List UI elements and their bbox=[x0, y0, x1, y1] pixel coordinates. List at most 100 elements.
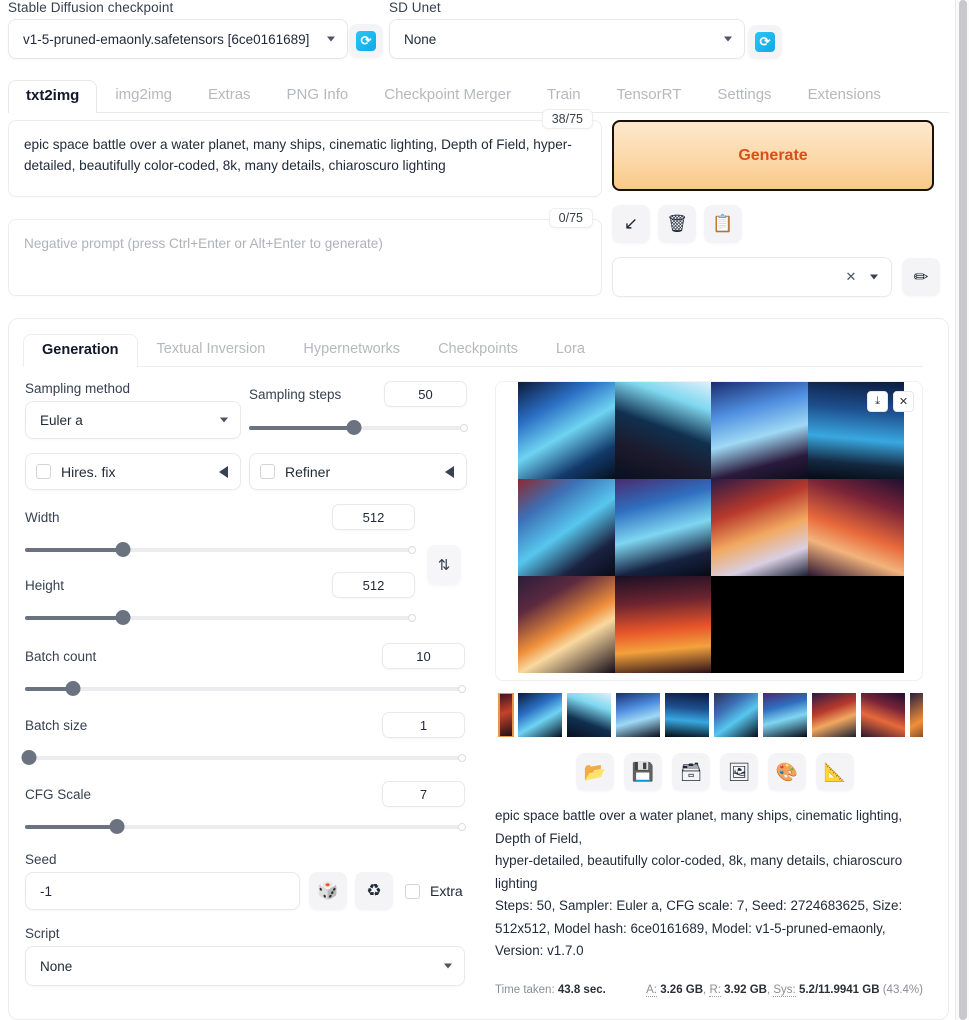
refiner-checkbox[interactable] bbox=[260, 464, 275, 479]
tab-extensions[interactable]: Extensions bbox=[790, 79, 899, 112]
thumbnail[interactable] bbox=[861, 693, 905, 737]
sampling-steps-value[interactable]: 50 bbox=[384, 381, 467, 407]
refresh-checkpoint-button[interactable]: ⟳ bbox=[349, 24, 383, 58]
gallery-image[interactable] bbox=[518, 382, 615, 479]
width-slider[interactable] bbox=[25, 542, 416, 557]
tab-txt2img[interactable]: txt2img bbox=[8, 80, 98, 113]
gallery-image[interactable] bbox=[518, 576, 615, 673]
script-select[interactable]: None bbox=[25, 946, 465, 986]
seed-input[interactable]: -1 bbox=[25, 872, 300, 910]
tab-extras[interactable]: Extras bbox=[190, 79, 269, 112]
cfg-scale-slider[interactable] bbox=[25, 819, 466, 834]
scrollbar-thumb[interactable] bbox=[959, 0, 967, 1020]
chevron-left-icon bbox=[445, 465, 454, 478]
subtab-lora[interactable]: Lora bbox=[537, 333, 604, 366]
edit-styles-button[interactable]: ✏ bbox=[902, 258, 940, 296]
sampling-method-select[interactable]: Euler a bbox=[25, 401, 241, 439]
tab-img2img[interactable]: img2img bbox=[97, 79, 190, 112]
thumbnail[interactable] bbox=[567, 693, 611, 737]
subtab-hypernetworks[interactable]: Hypernetworks bbox=[284, 333, 419, 366]
height-value[interactable]: 512 bbox=[332, 572, 415, 598]
sampling-method-label: Sampling method bbox=[25, 381, 131, 396]
gallery-image[interactable] bbox=[807, 479, 904, 576]
slider-knob[interactable] bbox=[65, 681, 81, 696]
batch-size-value[interactable]: 1 bbox=[382, 712, 465, 738]
tab-settings[interactable]: Settings bbox=[699, 79, 789, 112]
tab-png-info[interactable]: PNG Info bbox=[269, 79, 367, 112]
hires-fix-checkbox[interactable] bbox=[36, 464, 51, 479]
clipboard-icon-button[interactable]: 📋 bbox=[704, 205, 742, 243]
thumbnail[interactable] bbox=[714, 693, 758, 737]
gallery-image[interactable] bbox=[711, 479, 808, 576]
top-model-bar: Stable Diffusion checkpoint v1-5-pruned-… bbox=[0, 0, 949, 76]
sd-unet-value: None bbox=[404, 31, 437, 47]
refresh-unet-button[interactable]: ⟳ bbox=[748, 25, 782, 59]
thumbnail-strip[interactable] bbox=[495, 693, 923, 737]
width-value[interactable]: 512 bbox=[332, 504, 415, 530]
save-zip-button[interactable]: 🗃 bbox=[672, 753, 710, 791]
thumbnail[interactable] bbox=[518, 693, 562, 737]
hires-fix-accordion[interactable]: Hires. fix bbox=[25, 453, 241, 490]
slider-knob[interactable] bbox=[21, 750, 37, 765]
checkpoint-label: Stable Diffusion checkpoint bbox=[8, 0, 174, 15]
thumbnail-selected[interactable] bbox=[498, 693, 514, 737]
thumbnail[interactable] bbox=[763, 693, 807, 737]
tab-tensorrt[interactable]: TensorRT bbox=[599, 79, 700, 112]
download-icon-button[interactable]: ⤓ bbox=[867, 391, 888, 412]
slider-fill bbox=[25, 548, 123, 552]
subtab-generation[interactable]: Generation bbox=[23, 334, 138, 367]
trash-icon-button[interactable]: 🗑 bbox=[658, 205, 696, 243]
close-icon[interactable]: ✕ bbox=[843, 269, 859, 285]
subtab-textual-inversion[interactable]: Textual Inversion bbox=[138, 333, 285, 366]
paste-arrow-icon-button[interactable]: ↙ bbox=[612, 205, 650, 243]
slider-knob[interactable] bbox=[115, 542, 130, 557]
slider-knob[interactable] bbox=[115, 610, 130, 625]
time-taken-value: 43.8 sec. bbox=[557, 983, 606, 996]
send-to-img2img-button[interactable]: 🖼 bbox=[720, 753, 758, 791]
gallery-image[interactable] bbox=[614, 382, 711, 479]
send-to-extras-button[interactable]: 📐 bbox=[816, 753, 854, 791]
sd-unet-select[interactable]: None bbox=[389, 19, 745, 59]
gallery-image[interactable] bbox=[518, 479, 615, 576]
gallery-image[interactable] bbox=[614, 576, 711, 673]
time-taken: Time taken: 43.8 sec. bbox=[495, 979, 606, 1002]
gallery-image[interactable] bbox=[711, 382, 808, 479]
refresh-icon: ⟳ bbox=[356, 31, 376, 51]
slider-knob[interactable] bbox=[109, 819, 125, 834]
close-icon-button[interactable]: ✕ bbox=[893, 391, 914, 412]
save-button[interactable]: 💾 bbox=[624, 753, 662, 791]
height-slider[interactable] bbox=[25, 610, 416, 625]
generate-button[interactable]: Generate bbox=[612, 120, 934, 191]
slider-knob[interactable] bbox=[346, 420, 362, 435]
image-grid[interactable] bbox=[518, 382, 904, 673]
send-to-inpaint-button[interactable]: 🎨 bbox=[768, 753, 806, 791]
thumbnail[interactable] bbox=[812, 693, 856, 737]
negative-prompt-input[interactable]: 0/75 Negative prompt (press Ctrl+Enter o… bbox=[8, 208, 602, 296]
extra-seed-checkbox[interactable] bbox=[405, 883, 420, 899]
styles-select[interactable]: ✕ bbox=[612, 257, 892, 297]
sampling-steps-slider[interactable] bbox=[249, 420, 468, 435]
thumbnail[interactable] bbox=[616, 693, 660, 737]
batch-count-value[interactable]: 10 bbox=[382, 643, 465, 669]
cfg-scale-value[interactable]: 7 bbox=[382, 781, 465, 807]
page-scrollbar[interactable] bbox=[955, 0, 969, 1020]
thumbnail[interactable] bbox=[665, 693, 709, 737]
tab-checkpoint-merger[interactable]: Checkpoint Merger bbox=[366, 79, 529, 112]
random-seed-button[interactable]: 🎲 bbox=[309, 872, 347, 910]
batch-count-slider[interactable] bbox=[25, 681, 466, 696]
thumbnail[interactable] bbox=[910, 693, 923, 737]
image-gallery[interactable]: ⤓ ✕ bbox=[495, 381, 923, 681]
tab-train[interactable]: Train bbox=[529, 79, 599, 112]
positive-prompt-input[interactable]: 38/75 epic space battle over a water pla… bbox=[8, 109, 602, 197]
subtab-checkpoints[interactable]: Checkpoints bbox=[419, 333, 537, 366]
open-folder-button[interactable]: 📂 bbox=[576, 753, 614, 791]
gallery-image[interactable] bbox=[614, 479, 711, 576]
results-column: ⤓ ✕ 📂 💾 🗃 🖼 🎨 📐 epic space battle over a… bbox=[495, 381, 935, 1001]
reuse-seed-button[interactable]: ♻ bbox=[355, 872, 393, 910]
cfg-scale-label: CFG Scale bbox=[25, 786, 92, 802]
swap-dimensions-button[interactable]: ⇅ bbox=[427, 544, 461, 585]
gallery-image-empty bbox=[711, 576, 808, 673]
batch-size-slider[interactable] bbox=[21, 750, 466, 765]
checkpoint-select[interactable]: v1-5-pruned-emaonly.safetensors [6ce0161… bbox=[8, 19, 348, 59]
refiner-accordion[interactable]: Refiner bbox=[249, 453, 467, 490]
